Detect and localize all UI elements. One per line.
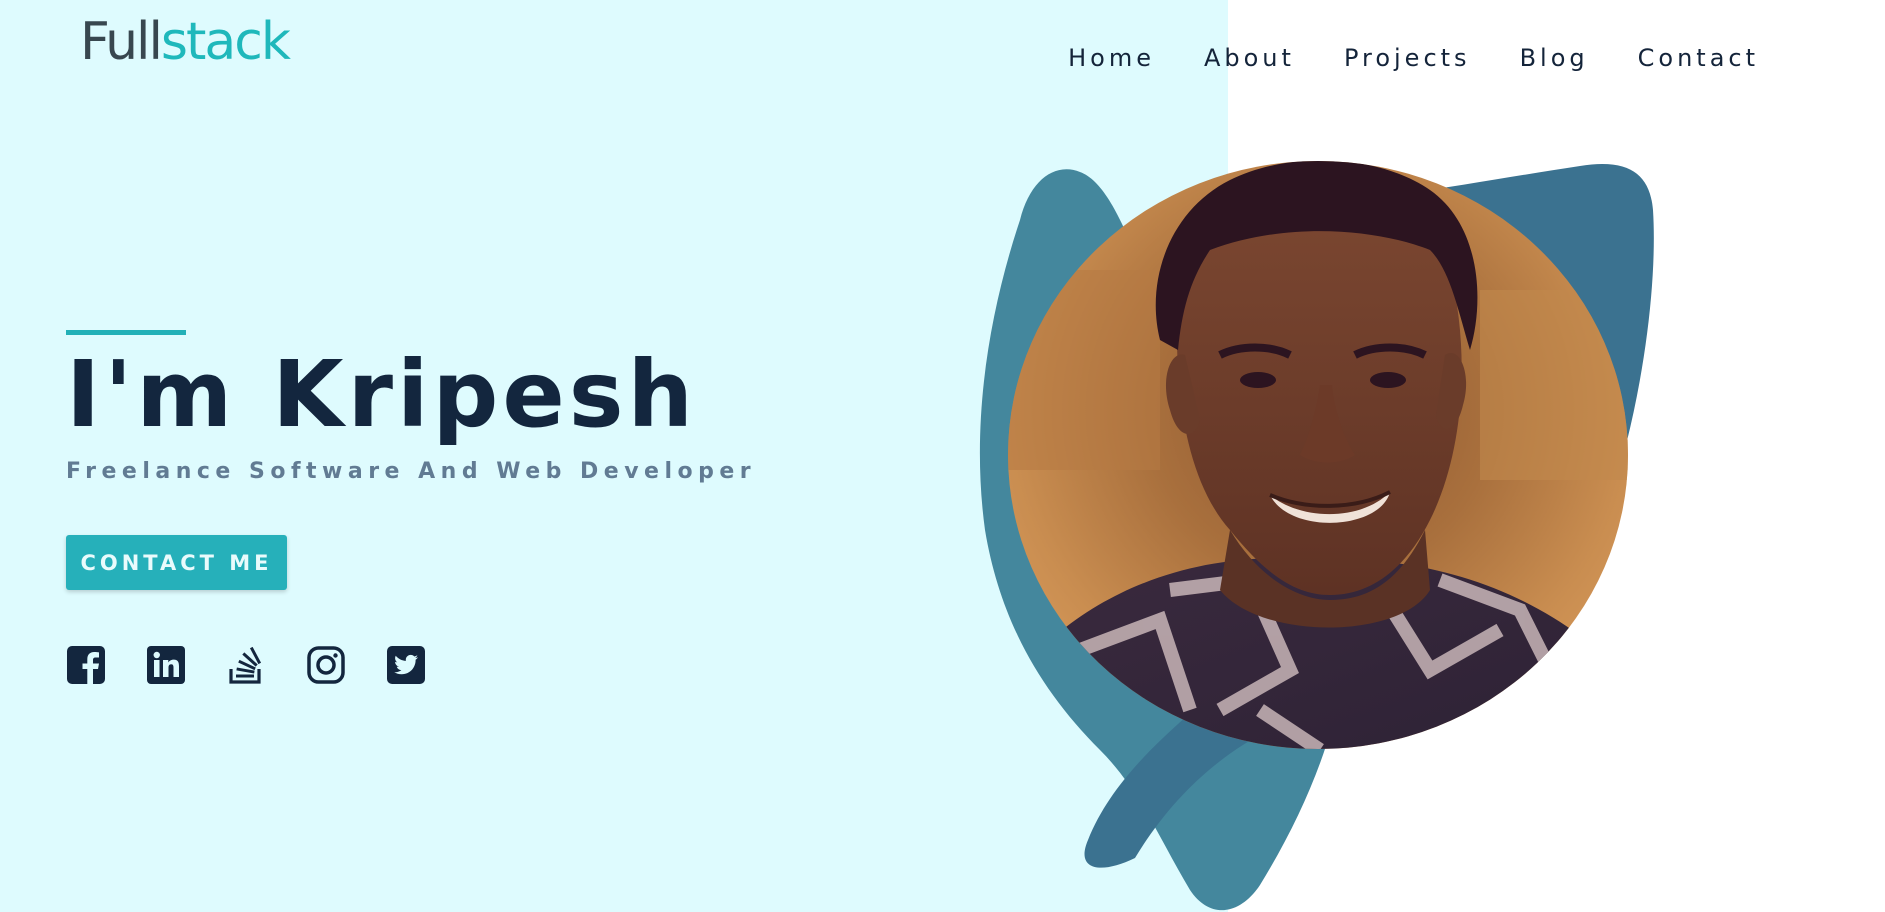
contact-me-button[interactable]: CONTACT ME: [66, 535, 287, 590]
hero-title: I'm Kripesh: [66, 341, 697, 448]
nav-about[interactable]: About: [1204, 44, 1295, 72]
accent-bar: [66, 330, 186, 335]
nav-blog[interactable]: Blog: [1520, 44, 1589, 72]
stackoverflow-icon[interactable]: [226, 645, 266, 685]
nav-projects[interactable]: Projects: [1344, 44, 1471, 72]
linkedin-icon[interactable]: [146, 645, 186, 685]
nav-contact[interactable]: Contact: [1638, 44, 1759, 72]
instagram-icon[interactable]: [306, 645, 346, 685]
profile-artwork: [960, 150, 1790, 912]
hero-subtitle: Freelance Software And Web Developer: [66, 459, 757, 484]
logo-text-stack: stack: [160, 12, 291, 72]
logo-text-full: Full: [80, 12, 163, 72]
social-links: [66, 645, 426, 685]
nav-home[interactable]: Home: [1068, 44, 1155, 72]
hero-intro: I'm Kripesh Freelance Software And Web D…: [66, 330, 756, 484]
facebook-icon[interactable]: [66, 645, 106, 685]
main-nav: Home About Projects Blog Contact: [1068, 44, 1759, 72]
site-logo[interactable]: Fullstack: [80, 16, 291, 68]
twitter-icon[interactable]: [386, 645, 426, 685]
